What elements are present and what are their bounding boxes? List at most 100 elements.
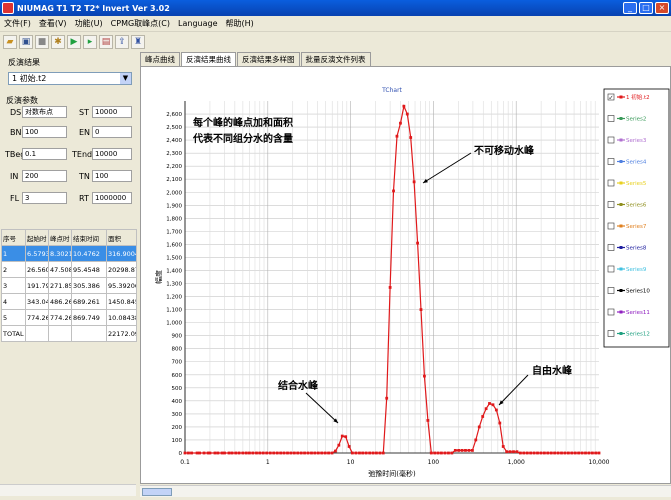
table-total-row[interactable]: TOTAL 22172.0965 bbox=[1, 325, 137, 342]
data-point bbox=[477, 425, 481, 429]
save-icon[interactable]: ▣ bbox=[19, 35, 33, 49]
y-tick-label: 2,600 bbox=[166, 112, 182, 118]
col-header-index[interactable]: 序号 bbox=[1, 229, 26, 246]
table-cell: 4 bbox=[1, 293, 26, 310]
data-point bbox=[405, 112, 409, 116]
open-icon[interactable]: ▰ bbox=[3, 35, 17, 49]
data-point bbox=[467, 448, 471, 452]
minimize-button[interactable]: _ bbox=[623, 2, 637, 14]
data-point bbox=[512, 450, 515, 454]
data-point bbox=[457, 448, 461, 452]
data-point bbox=[306, 451, 310, 455]
chart-horizontal-scrollbar[interactable] bbox=[140, 485, 671, 497]
table-row[interactable]: 3 191.791 271.859 305.386 95.39206 bbox=[1, 277, 137, 294]
data-point bbox=[361, 451, 365, 455]
table-cell: 486.26 bbox=[48, 293, 72, 310]
param-en-label: EN bbox=[79, 128, 91, 137]
col-header-end[interactable]: 结束时间 bbox=[71, 229, 107, 246]
col-header-peak[interactable]: 峰点时 bbox=[48, 229, 72, 246]
col-header-start[interactable]: 起始时 bbox=[25, 229, 49, 246]
y-tick-label: 300 bbox=[172, 412, 183, 418]
tab-result-multi[interactable]: 反演结果多样图 bbox=[237, 52, 300, 66]
col-header-area[interactable]: 面积 bbox=[106, 229, 137, 246]
legend-checkbox bbox=[607, 115, 615, 122]
data-point bbox=[334, 449, 337, 453]
annotation-text: 每个峰的峰点加和面积 bbox=[193, 116, 293, 129]
data-point bbox=[594, 451, 598, 455]
t2-chart[interactable]: TChart 0 100 200 300 400 500 600 700 800 900 1,000 1… bbox=[141, 67, 671, 485]
tab-peak-curve[interactable]: 峰点曲线 bbox=[140, 52, 180, 66]
legend-label: Series12 bbox=[626, 332, 650, 338]
menu-language[interactable]: Language bbox=[174, 19, 221, 28]
legend-checkbox bbox=[607, 265, 615, 273]
param-tbeg-field[interactable]: 0.1 bbox=[22, 148, 67, 160]
y-tick-label: 1,700 bbox=[166, 229, 182, 235]
param-st-field[interactable]: 10000 bbox=[92, 106, 132, 118]
param-fl-field[interactable]: 3 bbox=[22, 192, 67, 204]
window-title: NIUMAG T1 T2 T2* Invert Ver 3.02 bbox=[17, 3, 170, 13]
data-point bbox=[443, 451, 447, 455]
data-point bbox=[484, 407, 488, 411]
menu-cpmg[interactable]: CPMG取峰点(C) bbox=[107, 18, 174, 29]
data-point bbox=[202, 451, 206, 455]
y-tick-label: 2,000 bbox=[166, 190, 182, 196]
export-icon[interactable]: ⇪ bbox=[115, 35, 129, 49]
legend-marker bbox=[619, 224, 623, 228]
menu-help[interactable]: 帮助(H) bbox=[222, 18, 258, 29]
data-point bbox=[344, 435, 348, 439]
play-icon[interactable]: ▶ bbox=[67, 35, 81, 49]
legend-marker bbox=[619, 160, 623, 163]
data-point bbox=[481, 415, 485, 418]
data-point bbox=[395, 134, 399, 138]
param-rt-field[interactable]: 1000000 bbox=[92, 192, 132, 204]
data-point bbox=[337, 443, 341, 447]
table-row[interactable]: 4 343.047 486.26 689.261 1450.84504 bbox=[1, 293, 137, 310]
stop-icon[interactable]: ■ bbox=[35, 35, 49, 49]
param-en-field[interactable]: 0 bbox=[92, 126, 132, 138]
data-point bbox=[220, 451, 224, 455]
gear-icon[interactable]: ✱ bbox=[51, 35, 65, 49]
run-icon[interactable]: ♜ bbox=[131, 35, 145, 49]
annotation-arrow bbox=[305, 392, 339, 424]
table-cell bbox=[25, 325, 49, 342]
maximize-button[interactable]: □ bbox=[639, 2, 653, 14]
close-button[interactable]: × bbox=[655, 2, 669, 14]
table-row[interactable]: 5 774.264 774.264 869.749 10.08438 bbox=[1, 309, 137, 326]
legend-marker bbox=[619, 289, 623, 292]
table-cell: 5 bbox=[1, 309, 26, 326]
param-rt-label: RT bbox=[79, 194, 89, 203]
data-point bbox=[416, 241, 419, 245]
param-tend-field[interactable]: 10000 bbox=[92, 148, 132, 160]
data-point bbox=[573, 451, 577, 455]
data-point bbox=[190, 451, 193, 455]
param-bn-field[interactable]: 100 bbox=[22, 126, 67, 138]
data-point bbox=[587, 451, 591, 455]
menu-function[interactable]: 功能(U) bbox=[71, 18, 107, 29]
data-point bbox=[529, 451, 533, 455]
menu-view[interactable]: 查看(V) bbox=[35, 18, 71, 29]
result-select[interactable]: 1 初始.t2 ▼ bbox=[8, 72, 132, 85]
menu-file[interactable]: 文件(F) bbox=[0, 18, 35, 29]
table-row[interactable]: 1 6.57933 8.30218 10.4762 316.90045 bbox=[1, 245, 137, 262]
legend-checkbox bbox=[607, 158, 615, 165]
table-row[interactable]: 2 26.5609 47.5081 95.4548 20298.875 bbox=[1, 261, 137, 278]
param-fl-label: FL bbox=[10, 194, 20, 203]
chart-icon[interactable]: ▤ bbox=[99, 35, 113, 49]
param-tn-field[interactable]: 100 bbox=[92, 170, 132, 182]
param-in-field[interactable]: 200 bbox=[22, 170, 67, 182]
y-tick-label: 800 bbox=[172, 347, 183, 353]
data-point bbox=[494, 408, 498, 412]
legend-checkbox bbox=[607, 136, 615, 144]
tab-result-curve[interactable]: 反演结果曲线 bbox=[181, 52, 236, 66]
play-forward-icon[interactable]: ▸ bbox=[83, 35, 97, 49]
y-axis-label: 幅度 bbox=[154, 270, 163, 284]
tab-batch-list[interactable]: 批量反演文件列表 bbox=[300, 52, 371, 66]
data-point bbox=[241, 451, 245, 455]
param-ds-field[interactable]: 对数布点 bbox=[22, 106, 67, 118]
data-point bbox=[518, 451, 522, 455]
chevron-down-icon[interactable]: ▼ bbox=[120, 73, 131, 84]
left-horizontal-scrollbar[interactable] bbox=[0, 484, 136, 496]
data-point bbox=[584, 451, 587, 455]
scrollbar-thumb[interactable] bbox=[142, 488, 172, 496]
table-cell: 6.57933 bbox=[25, 245, 49, 262]
